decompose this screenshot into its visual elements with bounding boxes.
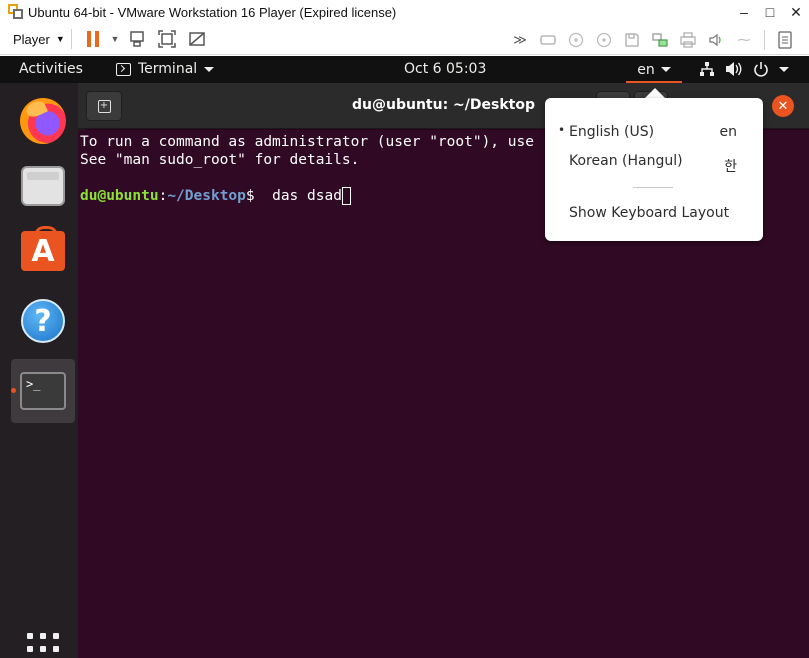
menu-item-label: Korean (Hangul) [569,153,683,169]
player-menu-button[interactable]: Player ▼ [13,32,65,47]
popup-arrow [645,88,665,98]
network-wired-icon [700,62,714,76]
player-menu-label: Player [13,31,50,47]
gnome-top-bar: Activities Terminal Oct 6 05:03 en [0,56,809,83]
selected-bullet-icon: • [558,123,566,137]
toolbar-divider [764,29,765,50]
chevron-down-icon [779,66,789,72]
show-applications-icon[interactable] [27,633,59,658]
close-button[interactable]: ✕ [783,4,809,21]
prompt-path: ~/Desktop [167,188,246,204]
send-ctrl-alt-del-icon[interactable] [122,27,152,51]
chevron-down-icon [660,67,671,72]
usb-device-icon[interactable]: ⁓ [730,28,758,52]
show-keyboard-layout-button[interactable]: Show Keyboard Layout [545,201,763,227]
menu-item-code: 한 [724,159,737,175]
terminal-app-icon: >_ [20,372,66,410]
clock[interactable]: Oct 6 05:03 [404,61,486,77]
menu-item-label: English (US) [569,124,655,140]
network-adapter-icon[interactable] [646,28,674,52]
menu-divider [633,187,673,188]
guest-screen[interactable]: Activities Terminal Oct 6 05:03 en A ? >… [0,56,809,658]
running-indicator [11,388,16,393]
prompt-symbol: $ [245,188,255,204]
menu-item-label: Show Keyboard Layout [569,205,730,221]
cd-dvd-icon[interactable] [562,28,590,52]
dock-files[interactable] [11,154,75,218]
input-source-label: en [637,61,655,78]
power-icon [754,62,768,77]
chevron-down-icon [204,66,215,72]
prompt-user: du@ubuntu [80,188,159,204]
vm-toolbar: Player ▼ ▼ ≫ ⁓ [0,24,809,55]
toolbar-divider [71,29,72,49]
app-menu-label: Terminal [138,61,198,77]
menu-item-code: en [719,124,738,140]
vm-title-bar: Ubuntu 64-bit - VMware Workstation 16 Pl… [0,0,809,24]
cd-dvd-2-icon[interactable] [590,28,618,52]
activities-button[interactable]: Activities [19,61,83,77]
menu-item-korean[interactable]: Korean (Hangul) 한 [545,149,763,175]
terminal-icon [116,62,131,76]
power-options-chevron-icon[interactable]: ▼ [108,27,122,51]
dock-software[interactable]: A [11,219,75,283]
menu-item-english[interactable]: • English (US) en [545,120,763,146]
maximize-button[interactable]: □ [757,4,783,21]
unity-mode-icon[interactable] [182,27,212,51]
vm-window-title: Ubuntu 64-bit - VMware Workstation 16 Pl… [28,4,397,20]
dock-firefox[interactable] [11,89,75,153]
dock: A ? >_ [0,83,86,658]
system-tray[interactable] [699,61,789,77]
minimize-button[interactable]: – [731,4,757,21]
fit-guest-icon[interactable] [152,27,182,51]
hard-disk-icon[interactable] [534,28,562,52]
help-icon: ? [21,299,65,343]
input-source-indicator[interactable]: en [626,56,682,83]
app-menu-button[interactable]: Terminal [116,61,215,77]
expand-toolbar-icon[interactable]: ≫ [506,28,534,52]
files-icon [21,166,65,206]
firefox-icon [20,98,66,144]
text-cursor [341,187,351,205]
printer-icon[interactable] [674,28,702,52]
floppy-icon[interactable] [618,28,646,52]
dock-terminal[interactable]: >_ [11,359,75,423]
prompt-colon: : [158,188,168,204]
typed-command: das dsad [254,188,342,204]
vmware-logo-icon [8,4,24,20]
message-log-icon[interactable] [771,28,799,52]
dock-help[interactable]: ? [11,289,75,353]
pause-icon [87,31,99,47]
pause-button[interactable] [78,27,108,51]
chevron-down-icon: ▼ [55,34,65,44]
input-source-menu: • English (US) en Korean (Hangul) 한 Show… [545,98,763,241]
sound-card-icon[interactable] [702,28,730,52]
software-store-icon: A [21,226,65,271]
terminal-close-button[interactable]: ✕ [772,95,794,117]
volume-icon [726,62,742,76]
